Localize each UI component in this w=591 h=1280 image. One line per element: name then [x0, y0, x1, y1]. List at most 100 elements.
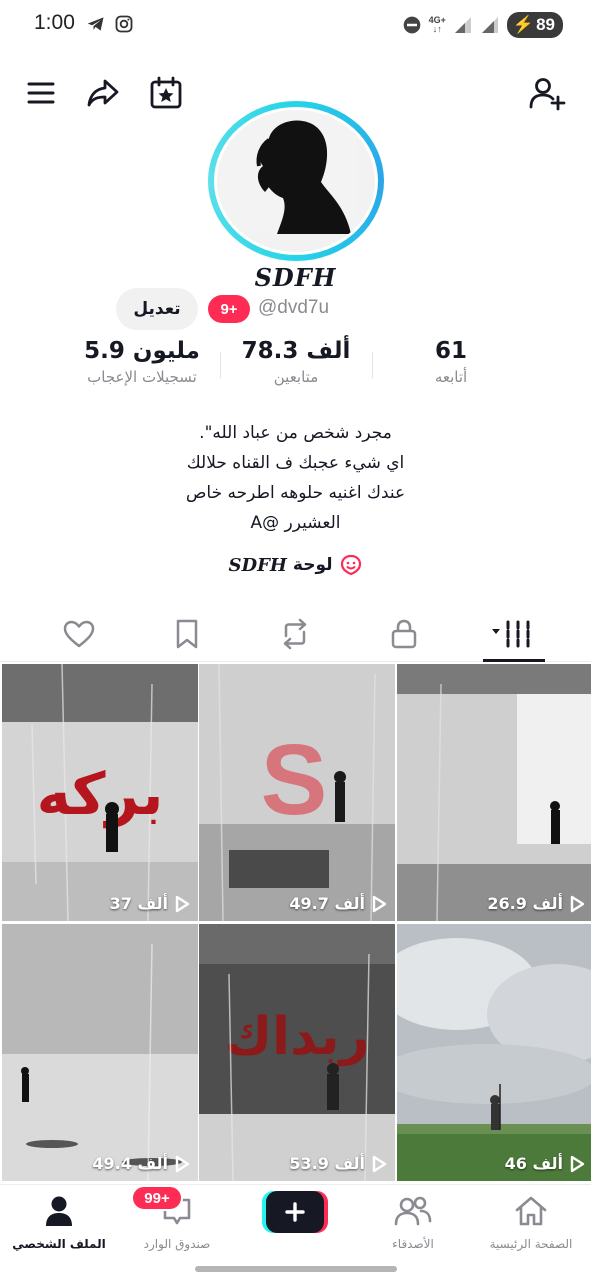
- nav-profile[interactable]: الملف الشخصي: [4, 1191, 114, 1251]
- view-count: 49.7 ألف: [289, 894, 387, 913]
- thumbnail-image: [397, 664, 591, 921]
- calendar-star-icon: [150, 76, 182, 109]
- content-tabs: [0, 606, 591, 662]
- view-count-text: 53.9 ألف: [289, 1154, 365, 1173]
- status-bar: 1:00 4G+ ↓↑ ⚡ 89: [0, 0, 591, 52]
- add-friend-button[interactable]: [526, 72, 568, 114]
- instagram-icon: [115, 15, 133, 33]
- video-thumbnail[interactable]: ربداك 53.9 ألف: [199, 924, 395, 1181]
- signal-icon-2: [481, 17, 498, 33]
- tab-favorites[interactable]: [161, 614, 213, 654]
- stat-following[interactable]: 61 أتابعه: [406, 338, 496, 386]
- nav-home[interactable]: الصفحة الرئيسية: [476, 1191, 586, 1251]
- repost-icon: [283, 618, 307, 650]
- view-count-text: 26.9 ألف: [487, 894, 563, 913]
- stat-followers[interactable]: 78.3 ألف متابعين: [234, 338, 358, 386]
- following-count: 61: [434, 338, 467, 364]
- nav-profile-label: الملف الشخصي: [12, 1237, 106, 1251]
- overlay-text: S: [261, 724, 328, 836]
- play-icon: [570, 1155, 585, 1172]
- nav-friends[interactable]: الأصدقاء: [358, 1191, 468, 1251]
- view-count: 37 ألف: [110, 894, 190, 913]
- view-count-text: 49.4 ألف: [92, 1154, 168, 1173]
- status-system-icons: 4G+ ↓↑ ⚡ 89: [402, 12, 563, 38]
- battery-level: 89: [536, 15, 555, 34]
- view-count-text: 46 ألف: [504, 1154, 563, 1173]
- view-count-text: 37 ألف: [109, 894, 168, 913]
- network-label: 4G+ ↓↑: [428, 15, 446, 34]
- stat-likes[interactable]: 5.9 مليون تسجيلات الإعجاب: [72, 338, 212, 386]
- playlist-link[interactable]: لوحة SDFH: [0, 553, 591, 577]
- notification-badge[interactable]: 9+: [208, 295, 250, 323]
- video-thumbnail[interactable]: 49.4 ألف: [2, 924, 198, 1181]
- menu-icon: [27, 82, 55, 104]
- view-count: 26.9 ألف: [487, 894, 585, 913]
- dnd-icon: [403, 16, 420, 34]
- share-icon: [87, 79, 119, 107]
- play-icon: [372, 895, 387, 912]
- playlist-icon: [340, 554, 361, 576]
- home-icon: [515, 1196, 547, 1226]
- menu-button[interactable]: [20, 72, 62, 114]
- tab-reposts[interactable]: [269, 614, 321, 654]
- tab-liked[interactable]: [53, 614, 105, 654]
- likes-count: 5.9 مليون: [84, 338, 200, 364]
- battery-icon: ⚡ 89: [506, 12, 563, 38]
- followers-label: متابعين: [273, 368, 319, 386]
- profile-icon: [46, 1196, 72, 1226]
- thumbnail-image: [2, 924, 198, 1181]
- heart-icon: [63, 620, 95, 648]
- video-thumbnail[interactable]: 26.9 ألف: [397, 664, 591, 921]
- video-thumbnail[interactable]: بركه 37 ألف: [2, 664, 198, 921]
- view-count: 49.4 ألف: [92, 1154, 190, 1173]
- overlay-text: بركه: [37, 760, 164, 829]
- avatar[interactable]: [208, 101, 384, 261]
- telegram-icon: [87, 17, 104, 31]
- lock-icon: [391, 619, 417, 649]
- active-tab-indicator: [483, 659, 545, 662]
- bio-line: العشيرر @A: [250, 513, 341, 533]
- share-button[interactable]: [82, 72, 124, 114]
- view-count-text: 49.7 ألف: [289, 894, 365, 913]
- nav-inbox-label: صندوق الوارد: [143, 1237, 211, 1251]
- play-icon: [372, 1155, 387, 1172]
- likes-label: تسجيلات الإعجاب: [87, 368, 197, 386]
- tab-private[interactable]: [378, 614, 430, 654]
- bio-line: اي شيء عجبك ف القناه حلالك: [186, 453, 405, 473]
- display-name: SDFH: [254, 263, 337, 292]
- thumbnail-image: [397, 924, 591, 1181]
- thumbnail-image: S: [199, 664, 395, 921]
- bio-line: مجرد شخص من عباد الله".: [199, 423, 392, 443]
- play-icon: [570, 895, 585, 912]
- bookmark-icon: [176, 619, 198, 649]
- tab-videos[interactable]: [486, 614, 538, 654]
- stat-divider: [220, 352, 221, 378]
- friends-icon: [394, 1196, 432, 1226]
- inbox-badge: 99+: [131, 1185, 183, 1211]
- video-thumbnail[interactable]: 46 ألف: [397, 924, 591, 1181]
- stat-divider: [372, 352, 373, 378]
- following-label: أتابعه: [434, 368, 468, 386]
- create-button[interactable]: +: [262, 1191, 328, 1233]
- playlist-label: لوحة: [292, 555, 333, 575]
- thumbnail-image: ربداك: [199, 924, 395, 1181]
- edit-profile-button[interactable]: تعديل: [116, 288, 198, 330]
- overlay-text: ربداك: [225, 1007, 370, 1067]
- view-count: 46 ألف: [505, 1154, 585, 1173]
- add-friend-icon: [529, 78, 566, 111]
- video-thumbnail[interactable]: S 49.7 ألف: [199, 664, 395, 921]
- nav-home-label: الصفحة الرئيسية: [489, 1237, 573, 1251]
- play-icon: [175, 1155, 190, 1172]
- followers-count: 78.3 ألف: [241, 338, 351, 364]
- bio-line: عندك اغنيه حلوهه اطرحه خاص: [185, 483, 406, 503]
- grid-filter-icon: [492, 620, 530, 648]
- avatar-photo: [217, 110, 375, 252]
- play-icon: [175, 895, 190, 912]
- home-indicator[interactable]: [195, 1266, 397, 1272]
- bio: مجرد شخص من عباد الله". اي شيء عجبك ف ال…: [120, 418, 471, 538]
- signal-icon: [454, 17, 471, 33]
- thumbnail-image: بركه: [2, 664, 198, 921]
- nav-friends-label: الأصدقاء: [392, 1237, 434, 1251]
- status-time: 1:00: [34, 11, 75, 34]
- calendar-button[interactable]: [145, 72, 187, 114]
